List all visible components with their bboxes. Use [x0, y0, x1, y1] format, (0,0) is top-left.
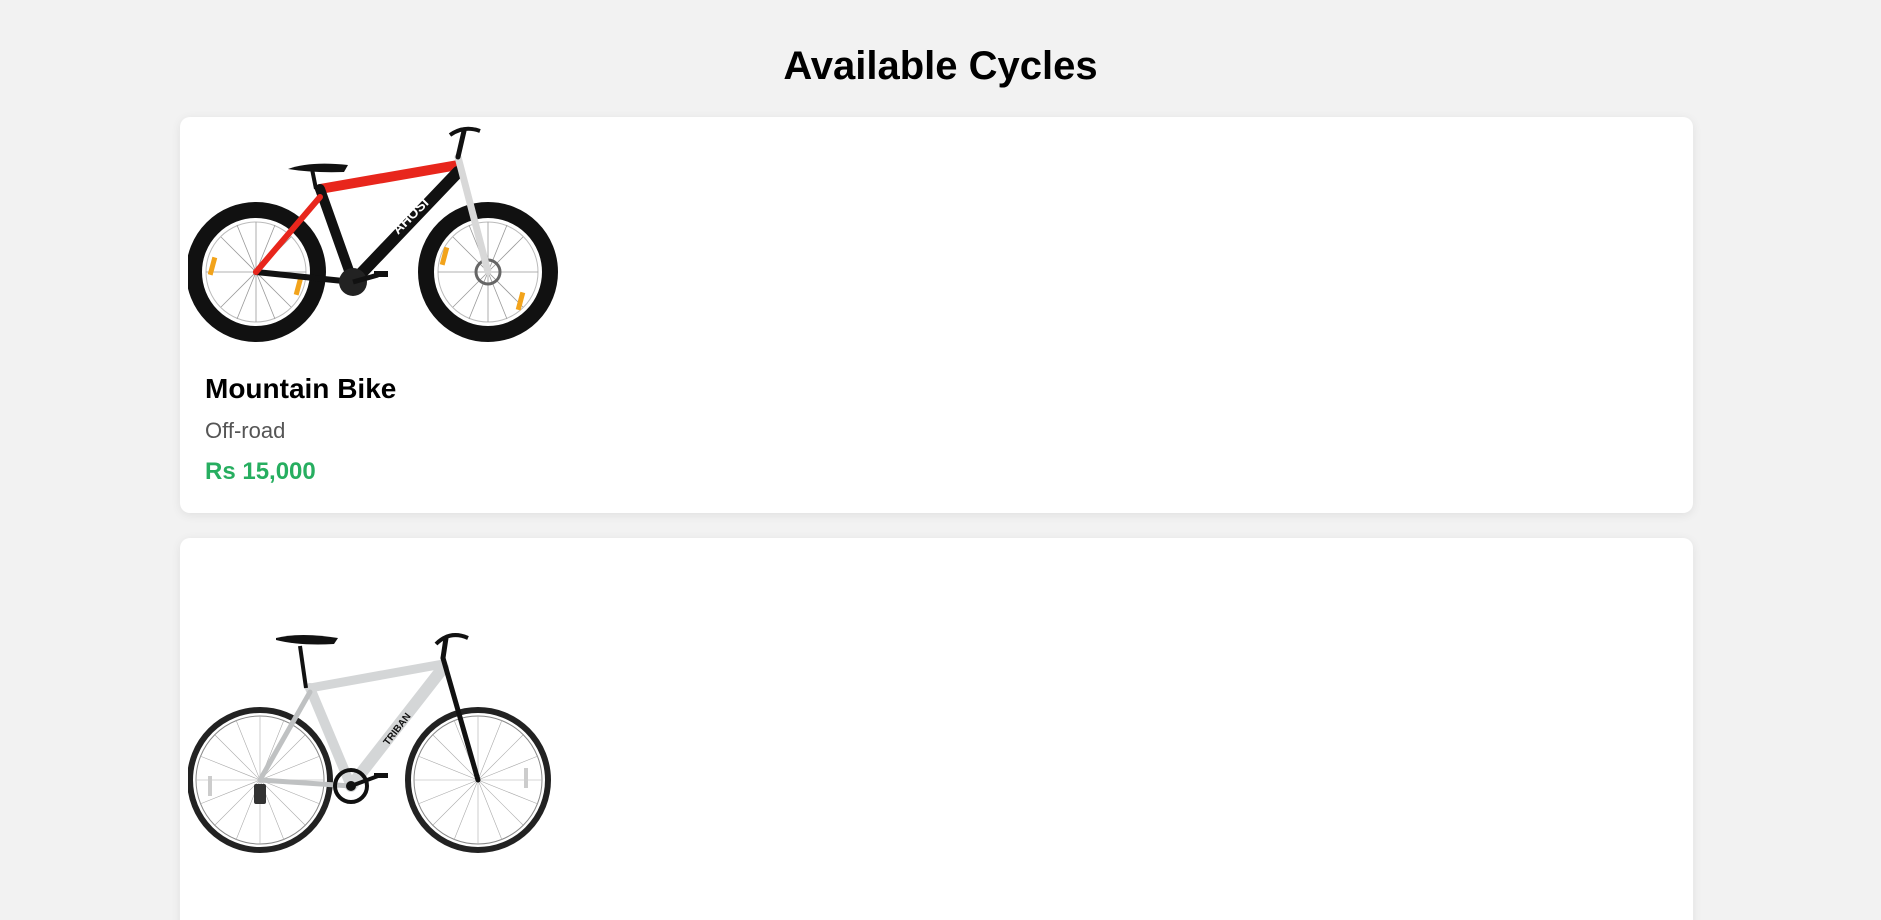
cycle-name: Mountain Bike [205, 373, 397, 404]
road-bike-image: TRIBAN [188, 628, 560, 858]
cycle-price: Rs 15,000 [205, 458, 316, 485]
page: Available Cycles AHOSI Mountain Bike Off… [0, 0, 1881, 920]
mountain-bike-image: AHOSI [188, 117, 560, 347]
cycle-type: Off-road [205, 418, 286, 443]
page-title: Available Cycles [783, 44, 1098, 88]
cycle-card[interactable]: AHOSI Mountain Bike Off-road Rs 15,000 [180, 117, 1693, 513]
cycle-card[interactable]: TRIBAN [180, 538, 1693, 920]
